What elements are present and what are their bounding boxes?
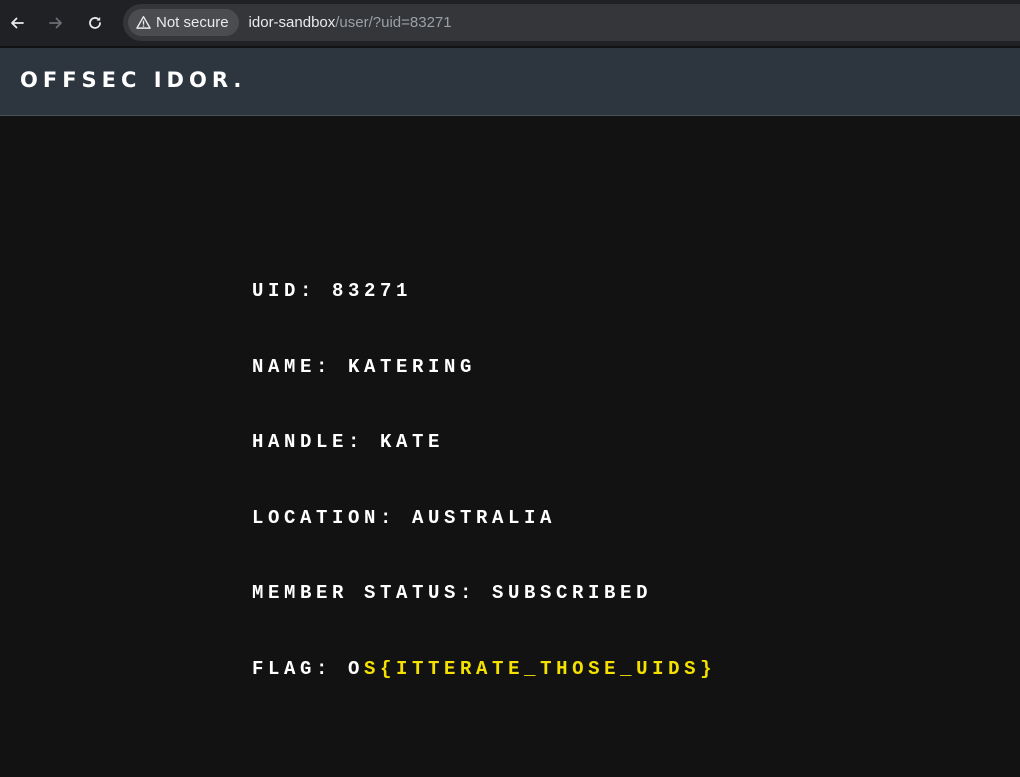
handle-label: HANDLE: [252, 431, 365, 453]
url-path: /user/?uid=83271 [335, 14, 452, 31]
uid-value: 83271 [332, 280, 413, 302]
site-logo-text[interactable]: OFFSEC IDOR. [20, 68, 246, 92]
back-button[interactable] [4, 10, 30, 36]
security-label: Not secure [156, 14, 229, 31]
handle-row: HANDLE: KATE [252, 431, 716, 507]
browser-toolbar: Not secure idor-sandbox/user/?uid=83271 [0, 0, 1020, 46]
name-value: KATERING [348, 355, 477, 378]
reload-button[interactable] [82, 10, 108, 36]
flag-row: FLAG: OS{ITTERATE_THOSE_UIDS} [252, 658, 716, 734]
security-indicator[interactable]: Not secure [128, 9, 239, 36]
name-row: NAME: KATERING [252, 356, 716, 432]
location-value: AUSTRALIA [412, 506, 557, 529]
flag-value-first-char: O [348, 657, 365, 680]
uid-row: UID: 83271 [252, 280, 716, 356]
member-status-value: SUBSCRIBED [492, 582, 653, 604]
flag-value: OS{ITTERATE_THOSE_UIDS} [348, 658, 716, 680]
handle-value: KATE [380, 431, 445, 453]
flag-label: FLAG: [252, 657, 333, 680]
url-host: idor-sandbox [248, 14, 336, 31]
warning-triangle-icon [136, 15, 151, 29]
location-row: LOCATION: AUSTRALIA [252, 507, 716, 583]
uid-label: UID: [252, 280, 317, 302]
flag-value-rest: S{ITTERATE_THOSE_UIDS} [364, 657, 717, 680]
url-text[interactable]: idor-sandbox/user/?uid=83271 [249, 14, 452, 31]
forward-arrow-icon [49, 17, 62, 29]
reload-icon [89, 17, 101, 29]
address-bar[interactable]: Not secure idor-sandbox/user/?uid=83271 [123, 4, 1020, 41]
member-status-row: MEMBER STATUS: SUBSCRIBED [252, 582, 716, 658]
name-label: NAME: [252, 355, 333, 378]
forward-button[interactable] [43, 10, 69, 36]
back-arrow-icon [11, 17, 24, 29]
site-header: OFFSEC IDOR. [0, 48, 1020, 116]
user-profile: UID: 83271 NAME: KATERING HANDLE: KATE L… [252, 280, 716, 733]
main-content: UID: 83271 NAME: KATERING HANDLE: KATE L… [0, 116, 1020, 777]
member-status-label: MEMBER STATUS: [252, 582, 477, 604]
location-label: LOCATION: [252, 506, 397, 529]
